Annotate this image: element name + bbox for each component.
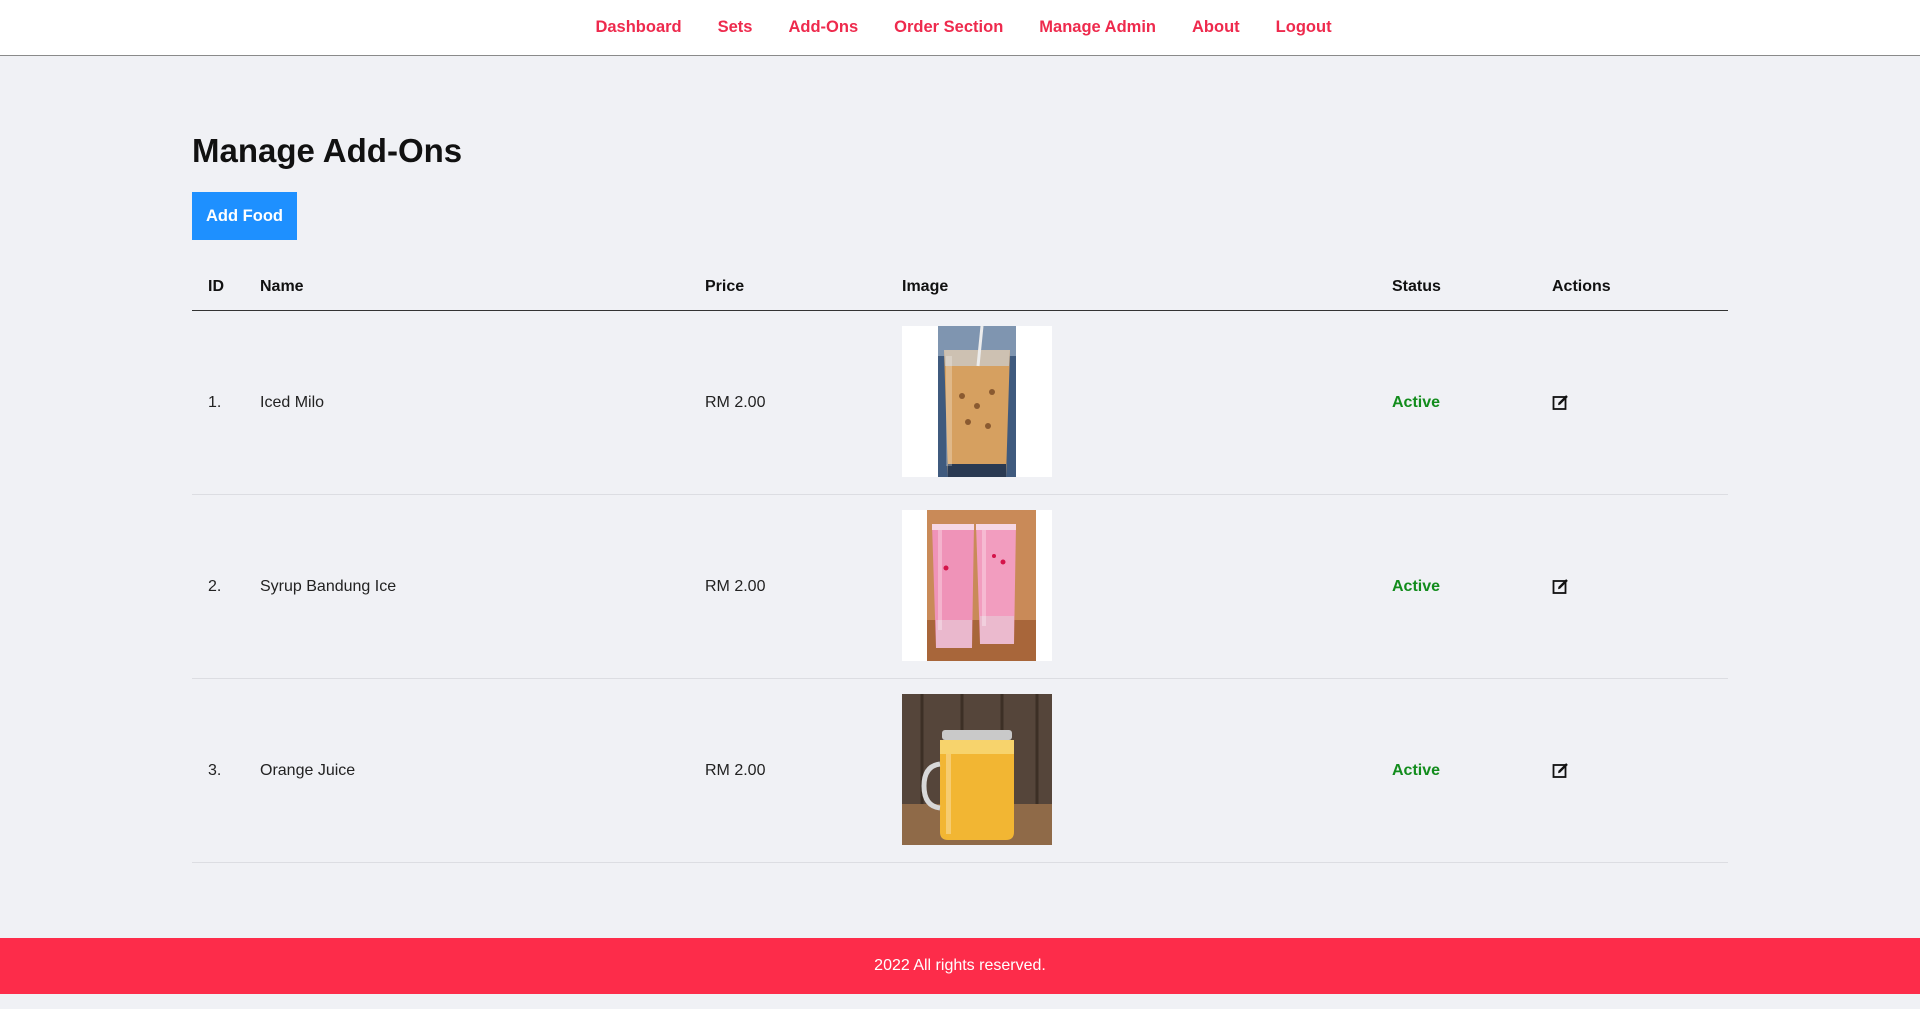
table-row: 1. Iced Milo RM 2.00 Active xyxy=(192,311,1728,495)
row-price: RM 2.00 xyxy=(705,762,766,779)
status-badge: Active xyxy=(1392,394,1441,411)
edit-icon[interactable] xyxy=(1552,762,1569,779)
main-content: Manage Add-Ons Add Food ID Name Price Im… xyxy=(0,56,1920,938)
nav-link-order-section[interactable]: Order Section xyxy=(894,18,1003,37)
row-id: 2. xyxy=(208,578,222,595)
page-bottom xyxy=(0,994,1920,1009)
row-name: Syrup Bandung Ice xyxy=(260,578,397,595)
nav-links: Dashboard Sets Add-Ons Order Section Man… xyxy=(0,0,1920,55)
syrup-bandung-photo xyxy=(902,510,1052,661)
nav-link-about[interactable]: About xyxy=(1192,18,1240,37)
row-name: Orange Juice xyxy=(260,762,356,779)
header-name: Name xyxy=(260,278,304,295)
nav-link-add-ons[interactable]: Add-Ons xyxy=(788,18,858,37)
header-image: Image xyxy=(902,278,949,295)
row-price: RM 2.00 xyxy=(705,394,766,411)
add-ons-table: ID Name Price Image Status Actions 1. Ic… xyxy=(192,264,1728,863)
table-row: 2. Syrup Bandung Ice RM 2.00 Active xyxy=(192,495,1728,679)
nav-link-dashboard[interactable]: Dashboard xyxy=(595,18,681,37)
row-id: 3. xyxy=(208,762,222,779)
add-food-button[interactable]: Add Food xyxy=(192,192,297,240)
nav-link-manage-admin[interactable]: Manage Admin xyxy=(1039,18,1156,37)
top-navbar: Dashboard Sets Add-Ons Order Section Man… xyxy=(0,0,1920,56)
table-header: ID Name Price Image Status Actions xyxy=(192,264,1728,311)
status-badge: Active xyxy=(1392,762,1441,779)
row-name: Iced Milo xyxy=(260,394,325,411)
nav-link-logout[interactable]: Logout xyxy=(1276,18,1332,37)
orange-juice-photo xyxy=(902,694,1052,845)
header-id: ID xyxy=(208,278,224,295)
header-actions: Actions xyxy=(1552,278,1611,295)
row-price: RM 2.00 xyxy=(705,578,766,595)
edit-icon[interactable] xyxy=(1552,578,1569,595)
edit-icon[interactable] xyxy=(1552,394,1569,411)
nav-link-sets[interactable]: Sets xyxy=(718,18,753,37)
status-badge: Active xyxy=(1392,578,1441,595)
header-status: Status xyxy=(1392,278,1441,295)
footer-text: 2022 All rights reserved. xyxy=(874,957,1046,974)
table-row: 3. Orange Juice RM 2.00 Active xyxy=(192,679,1728,863)
header-price: Price xyxy=(705,278,745,295)
row-id: 1. xyxy=(208,394,222,411)
iced-milo-photo xyxy=(902,326,1052,477)
footer: 2022 All rights reserved. xyxy=(0,938,1920,994)
page-title: Manage Add-Ons xyxy=(192,132,463,169)
